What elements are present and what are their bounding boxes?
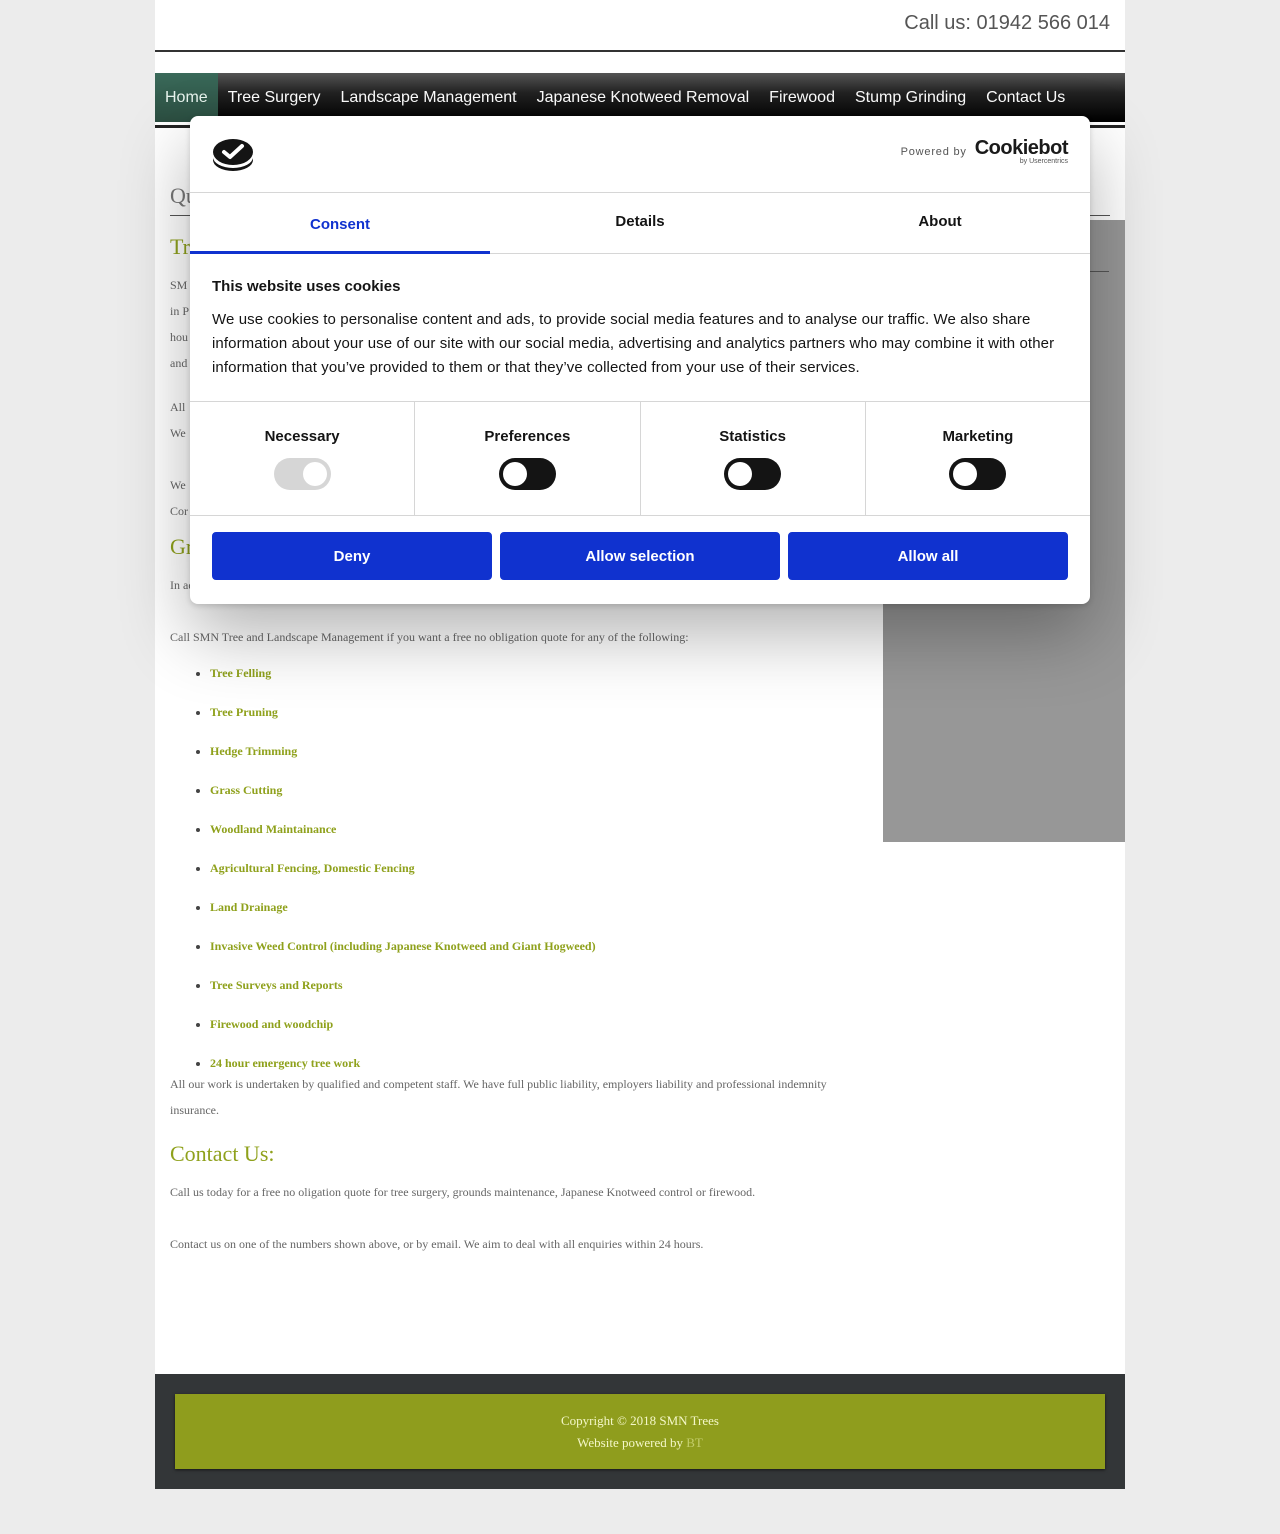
service-link[interactable]: Agricultural Fencing, Domestic Fencing xyxy=(210,861,415,875)
nav-item-firewood[interactable]: Firewood xyxy=(759,73,845,122)
service-link[interactable]: Tree Pruning xyxy=(210,705,278,719)
cookie-dialog-buttons: Deny Allow selection Allow all xyxy=(190,516,1090,596)
toggle-statistics[interactable] xyxy=(724,458,782,490)
service-link[interactable]: Tree Felling xyxy=(210,666,271,680)
deny-button[interactable]: Deny xyxy=(212,532,492,580)
site-footer: Copyright © 2018 SMN Trees Website power… xyxy=(155,1374,1125,1489)
list-item: Woodland Maintainance xyxy=(210,810,840,849)
service-link[interactable]: 24 hour emergency tree work xyxy=(210,1056,360,1070)
category-marketing: Marketing xyxy=(866,402,1090,515)
nav-item-japanese-knotweed-removal[interactable]: Japanese Knotweed Removal xyxy=(527,73,760,122)
category-preferences: Preferences xyxy=(415,402,641,515)
category-statistics: Statistics xyxy=(641,402,866,515)
service-link[interactable]: Woodland Maintainance xyxy=(210,822,336,836)
allow-selection-button[interactable]: Allow selection xyxy=(500,532,780,580)
powered-by-cookiebot[interactable]: Powered by Cookiebot by Usercentrics xyxy=(901,137,1069,166)
list-item: Tree Pruning xyxy=(210,693,840,732)
toggle-marketing[interactable] xyxy=(949,458,1007,490)
service-link[interactable]: Hedge Trimming xyxy=(210,744,297,758)
nav-item-stump-grinding[interactable]: Stump Grinding xyxy=(845,73,976,122)
site-header: Call us: 01942 566 014 xyxy=(155,0,1125,52)
service-link[interactable]: Grass Cutting xyxy=(210,783,282,797)
phone-number[interactable]: Call us: 01942 566 014 xyxy=(904,12,1110,35)
cookie-dialog-tabs: Consent Details About xyxy=(190,193,1090,254)
cookie-dialog-body: This website uses cookies We use cookies… xyxy=(190,254,1090,402)
contact-paragraph-1: Call us today for a free no oligation qu… xyxy=(170,1185,756,1199)
list-item: Hedge Trimming xyxy=(210,732,840,771)
staff-paragraph: All our work is undertaken by qualified … xyxy=(170,1077,827,1117)
copyright-text: Copyright © 2018 SMN Trees xyxy=(561,1413,719,1428)
list-item: Tree Felling xyxy=(210,654,840,693)
cookie-dialog-description: We use cookies to personalise content an… xyxy=(212,311,1055,376)
cookie-dialog-header: Powered by Cookiebot by Usercentrics xyxy=(190,116,1090,193)
list-item: Invasive Weed Control (including Japanes… xyxy=(210,927,840,966)
tab-details[interactable]: Details xyxy=(490,193,790,253)
allow-all-button[interactable]: Allow all xyxy=(788,532,1068,580)
powered-by-text: Website powered by BT xyxy=(577,1435,703,1450)
category-label: Preferences xyxy=(484,428,571,445)
tab-consent[interactable]: Consent xyxy=(190,193,490,254)
list-item: Agricultural Fencing, Domestic Fencing xyxy=(210,849,840,888)
cookie-dialog-title: This website uses cookies xyxy=(212,278,401,295)
category-label: Necessary xyxy=(264,428,340,445)
toggle-preferences[interactable] xyxy=(498,458,556,490)
nav-item-tree-surgery[interactable]: Tree Surgery xyxy=(218,73,331,122)
list-item: Firewood and woodchip xyxy=(210,1005,840,1044)
category-necessary: Necessary xyxy=(190,402,416,515)
cookiebot-logo: Cookiebot by Usercentrics xyxy=(974,137,1069,165)
list-item: Tree Surveys and Reports xyxy=(210,966,840,1005)
toggle-necessary xyxy=(273,458,331,490)
nav-item-home[interactable]: Home xyxy=(155,73,218,122)
category-label: Marketing xyxy=(942,428,1014,445)
nav-item-landscape-management[interactable]: Landscape Management xyxy=(330,73,526,122)
footer-panel: Copyright © 2018 SMN Trees Website power… xyxy=(175,1394,1105,1469)
cookie-categories: Necessary Preferences Statistics Marketi… xyxy=(190,402,1090,516)
powered-by-link[interactable]: BT xyxy=(686,1435,703,1450)
cookie-consent-dialog: Powered by Cookiebot by Usercentrics Con… xyxy=(190,116,1090,604)
list-item: Grass Cutting xyxy=(210,771,840,810)
category-label: Statistics xyxy=(719,428,786,445)
call-paragraph: Call SMN Tree and Landscape Management i… xyxy=(170,630,689,644)
nav-item-contact-us[interactable]: Contact Us xyxy=(976,73,1075,122)
service-link[interactable]: Firewood and woodchip xyxy=(210,1017,333,1031)
list-item: Land Drainage xyxy=(210,888,840,927)
service-link[interactable]: Tree Surveys and Reports xyxy=(210,978,343,992)
service-link[interactable]: Invasive Weed Control (including Japanes… xyxy=(210,939,596,953)
contact-heading: Contact Us: xyxy=(170,1141,275,1166)
services-list: Tree Felling Tree Pruning Hedge Trimming… xyxy=(170,654,840,1083)
cookiebot-check-logo-icon xyxy=(212,138,254,172)
service-link[interactable]: Land Drainage xyxy=(210,900,288,914)
tab-about[interactable]: About xyxy=(790,193,1090,253)
contact-paragraph-2: Contact us on one of the numbers shown a… xyxy=(170,1237,704,1251)
